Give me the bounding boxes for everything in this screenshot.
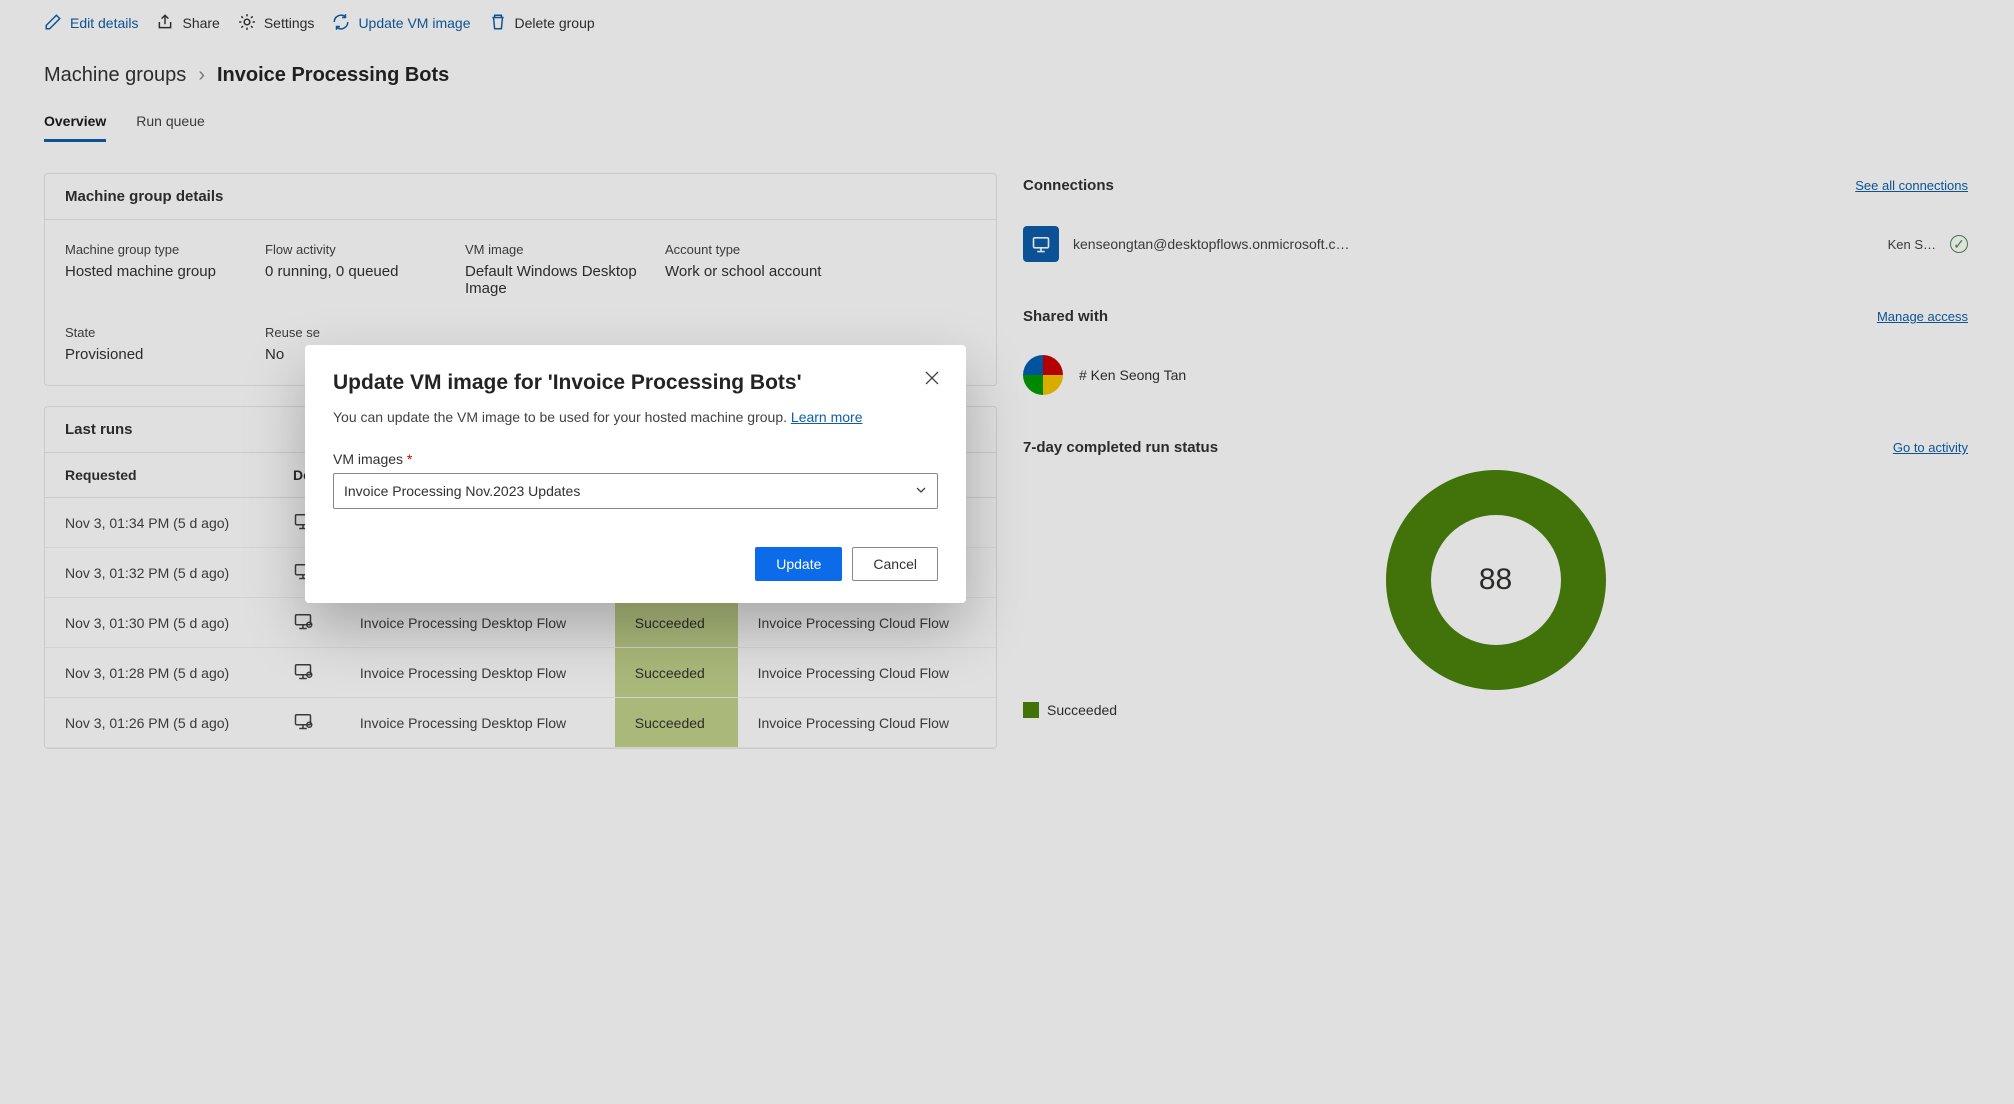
desktop-icon — [1023, 226, 1059, 262]
chevron-right-icon: › — [198, 64, 205, 87]
shared-user-name: # Ken Seong Tan — [1079, 367, 1186, 383]
col-requested[interactable]: Requested — [45, 453, 273, 498]
legend: Succeeded — [1021, 702, 1117, 718]
manage-access-link[interactable]: Manage access — [1877, 309, 1968, 324]
vm-images-label: VM images * — [333, 451, 938, 467]
vm-value: Default Windows Desktop Image — [465, 263, 665, 297]
table-row[interactable]: Nov 3, 01:28 PM (5 d ago) Invoice Proces… — [45, 648, 996, 698]
update-vm-button[interactable]: Update VM image — [332, 13, 470, 34]
account-label: Account type — [665, 242, 976, 257]
run-requested: Nov 3, 01:28 PM (5 d ago) — [45, 648, 273, 698]
connection-row[interactable]: kenseongtan@desktopflows.onmicrosoft.c… … — [1021, 208, 1970, 280]
field-label-text: VM images — [333, 451, 407, 467]
settings-label: Settings — [264, 15, 315, 31]
share-label: Share — [182, 15, 219, 31]
shared-user-row[interactable]: # Ken Seong Tan — [1021, 339, 1970, 411]
account-value: Work or school account — [665, 263, 976, 280]
select-value: Invoice Processing Nov.2023 Updates — [344, 483, 580, 499]
run-requested: Nov 3, 01:26 PM (5 d ago) — [45, 698, 273, 748]
chevron-down-icon — [915, 483, 927, 499]
legend-label: Succeeded — [1047, 702, 1117, 718]
update-vm-modal: Update VM image for 'Invoice Processing … — [305, 345, 966, 603]
settings-button[interactable]: Settings — [238, 13, 315, 34]
status-header: 7-day completed run status — [1023, 439, 1218, 456]
run-desktop-flow: Invoice Processing Desktop Flow — [340, 648, 615, 698]
update-vm-label: Update VM image — [358, 15, 470, 31]
monitor-icon — [273, 698, 340, 748]
connections-section: Connections See all connections kenseong… — [1021, 173, 1970, 280]
monitor-icon — [273, 648, 340, 698]
connections-header: Connections — [1023, 177, 1114, 194]
run-status: Succeeded — [615, 698, 738, 748]
cancel-button[interactable]: Cancel — [852, 547, 938, 581]
edit-details-button[interactable]: Edit details — [44, 13, 138, 34]
breadcrumb: Machine groups › Invoice Processing Bots — [0, 46, 2014, 95]
edit-label: Edit details — [70, 15, 138, 31]
monitor-icon — [273, 598, 340, 648]
trash-icon — [489, 13, 507, 34]
state-label: State — [65, 325, 265, 340]
close-button[interactable] — [920, 367, 944, 391]
command-bar: Edit details Share Settings Update VM im… — [0, 0, 2014, 46]
gear-icon — [238, 13, 256, 34]
donut-chart: 88 — [1386, 470, 1606, 690]
share-icon — [156, 13, 174, 34]
run-cloud-flow: Invoice Processing Cloud Flow — [738, 648, 996, 698]
legend-color-icon — [1023, 702, 1039, 718]
run-cloud-flow: Invoice Processing Cloud Flow — [738, 698, 996, 748]
tabs: Overview Run queue — [0, 95, 2014, 143]
state-value: Provisioned — [65, 346, 265, 363]
delete-button[interactable]: Delete group — [489, 13, 595, 34]
status-section: 7-day completed run status Go to activit… — [1021, 435, 1970, 718]
pencil-icon — [44, 13, 62, 34]
update-button[interactable]: Update — [755, 547, 842, 581]
run-status: Succeeded — [615, 598, 738, 648]
connection-email: kenseongtan@desktopflows.onmicrosoft.c… — [1073, 236, 1874, 252]
delete-label: Delete group — [515, 15, 595, 31]
share-button[interactable]: Share — [156, 13, 219, 34]
details-header: Machine group details — [45, 174, 996, 220]
tab-run-queue[interactable]: Run queue — [136, 113, 205, 142]
run-desktop-flow: Invoice Processing Desktop Flow — [340, 598, 615, 648]
required-asterisk: * — [407, 451, 412, 467]
connection-name: Ken S… — [1888, 237, 1936, 252]
activity-label: Flow activity — [265, 242, 465, 257]
reuse-label: Reuse se — [265, 325, 465, 340]
tab-overview[interactable]: Overview — [44, 113, 106, 142]
avatar — [1023, 355, 1063, 395]
run-requested: Nov 3, 01:34 PM (5 d ago) — [45, 498, 273, 548]
see-all-connections-link[interactable]: See all connections — [1855, 178, 1968, 193]
donut-count: 88 — [1479, 563, 1512, 597]
run-requested: Nov 3, 01:30 PM (5 d ago) — [45, 598, 273, 648]
go-to-activity-link[interactable]: Go to activity — [1893, 440, 1968, 455]
breadcrumb-current: Invoice Processing Bots — [217, 64, 449, 87]
run-desktop-flow: Invoice Processing Desktop Flow — [340, 698, 615, 748]
breadcrumb-parent[interactable]: Machine groups — [44, 64, 186, 87]
vm-label: VM image — [465, 242, 665, 257]
learn-more-link[interactable]: Learn more — [791, 409, 863, 425]
type-label: Machine group type — [65, 242, 265, 257]
check-icon: ✓ — [1950, 235, 1968, 253]
run-status: Succeeded — [615, 648, 738, 698]
run-requested: Nov 3, 01:32 PM (5 d ago) — [45, 548, 273, 598]
table-row[interactable]: Nov 3, 01:26 PM (5 d ago) Invoice Proces… — [45, 698, 996, 748]
modal-body-text: You can update the VM image to be used f… — [333, 409, 791, 425]
run-cloud-flow: Invoice Processing Cloud Flow — [738, 598, 996, 648]
shared-section: Shared with Manage access # Ken Seong Ta… — [1021, 304, 1970, 411]
table-row[interactable]: Nov 3, 01:30 PM (5 d ago) Invoice Proces… — [45, 598, 996, 648]
type-value: Hosted machine group — [65, 263, 265, 280]
vm-images-select[interactable]: Invoice Processing Nov.2023 Updates — [333, 473, 938, 509]
close-icon — [925, 371, 939, 388]
modal-title: Update VM image for 'Invoice Processing … — [333, 371, 938, 395]
refresh-icon — [332, 13, 350, 34]
activity-value: 0 running, 0 queued — [265, 263, 465, 280]
modal-body: You can update the VM image to be used f… — [333, 409, 938, 425]
shared-header: Shared with — [1023, 308, 1108, 325]
